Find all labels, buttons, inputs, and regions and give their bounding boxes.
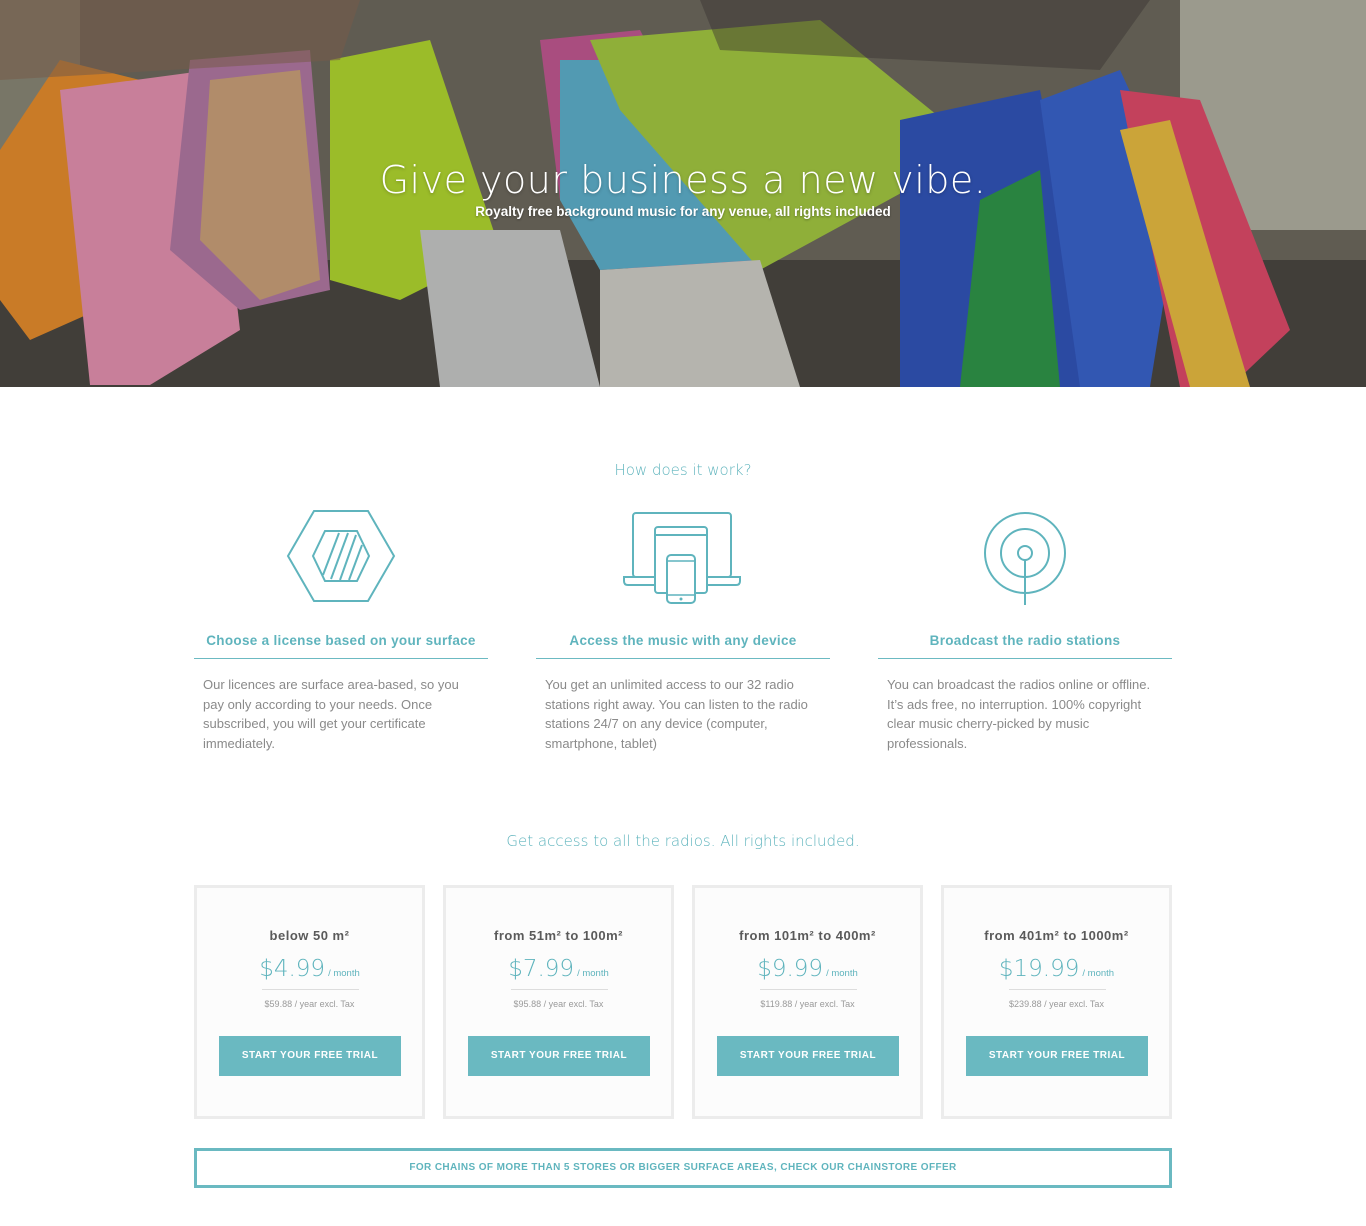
divider: [878, 658, 1172, 659]
devices-icon: [536, 505, 830, 615]
plan-price: $4.99: [259, 956, 326, 982]
start-free-trial-button[interactable]: START YOUR FREE TRIAL: [966, 1036, 1148, 1076]
chainstore-offer-button[interactable]: FOR CHAINS OF MORE THAN 5 STORES OR BIGG…: [194, 1148, 1172, 1188]
plan-price: $9.99: [757, 956, 824, 982]
start-free-trial-button[interactable]: START YOUR FREE TRIAL: [468, 1036, 650, 1076]
feature-description: You can broadcast the radios online or o…: [887, 677, 1151, 751]
divider: [1009, 989, 1106, 990]
divider: [536, 658, 830, 659]
feature-title: Choose a license based on your surface: [206, 633, 476, 648]
hero-subtitle: Royalty free background music for any ve…: [475, 204, 891, 219]
plan-range: from 101m² to 400m²: [739, 928, 876, 943]
pricing-title: Get access to all the radios. All rights…: [506, 832, 860, 850]
hero-title: Give your business a new vibe.: [379, 158, 987, 202]
feature-title: Broadcast the radio stations: [929, 633, 1121, 648]
pricing-card: from 101m² to 400m² $9.99/ month $119.88…: [692, 885, 923, 1119]
how-it-works-title: How does it work?: [614, 461, 752, 479]
plan-yearly-price: $95.88 / year excl. Tax: [513, 999, 604, 1009]
plan-yearly-price: $239.88 / year excl. Tax: [1009, 999, 1104, 1009]
start-free-trial-button[interactable]: START YOUR FREE TRIAL: [219, 1036, 401, 1076]
plan-range: from 51m² to 100m²: [494, 928, 623, 943]
feature-title: Access the music with any device: [569, 633, 797, 648]
plan-price: $7.99: [508, 956, 575, 982]
pricing-card: from 51m² to 100m² $7.99/ month $95.88 /…: [443, 885, 674, 1119]
plan-period: / month: [328, 968, 360, 979]
pricing-card: from 401m² to 1000m² $19.99/ month $239.…: [941, 885, 1172, 1119]
plan-range: from 401m² to 1000m²: [984, 928, 1129, 943]
divider: [760, 989, 857, 990]
plan-yearly-price: $59.88 / year excl. Tax: [264, 999, 355, 1009]
start-free-trial-button[interactable]: START YOUR FREE TRIAL: [717, 1036, 899, 1076]
hexagon-icon: [194, 505, 488, 615]
feature-description: Our licences are surface area-based, so …: [203, 677, 459, 751]
divider: [262, 989, 359, 990]
divider: [511, 989, 608, 990]
plan-price: $19.99: [998, 956, 1080, 982]
pricing-card: below 50 m² $4.99/ month $59.88 / year e…: [194, 885, 425, 1119]
feature-description: You get an unlimited access to our 32 ra…: [545, 677, 808, 751]
plan-range: below 50 m²: [269, 928, 350, 943]
hero-banner: Give your business a new vibe. Royalty f…: [0, 0, 1366, 387]
plan-period: / month: [826, 968, 858, 979]
plan-yearly-price: $119.88 / year excl. Tax: [760, 999, 855, 1009]
plan-period: / month: [577, 968, 609, 979]
broadcast-icon: [878, 505, 1172, 615]
divider: [194, 658, 488, 659]
plan-period: / month: [1082, 968, 1115, 979]
